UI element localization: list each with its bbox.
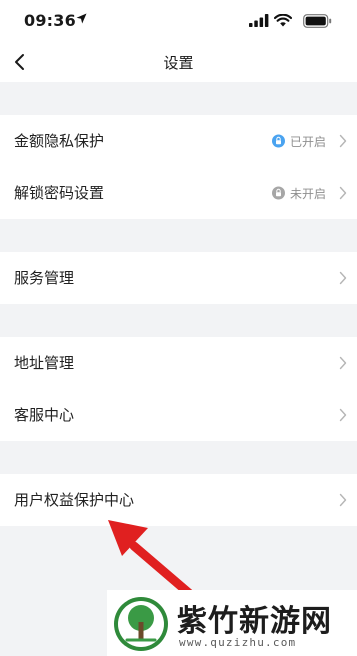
privacy-status: 已开启 [271, 132, 326, 150]
lock-icon [271, 186, 285, 200]
chevron-right-icon [339, 408, 347, 422]
watermark-title: 紫竹新游网 [177, 604, 332, 639]
cellular-signal-icon [249, 14, 269, 27]
row-label: 客服中心 [14, 406, 75, 424]
settings-row-unlock-password[interactable]: 解锁密码设置 未开启 [0, 167, 357, 219]
status-time: 09:36 [24, 11, 76, 30]
settings-row-address-management[interactable]: 地址管理 [0, 337, 357, 389]
status-text: 未开启 [289, 186, 326, 201]
password-status: 未开启 [271, 184, 326, 202]
wifi-icon [274, 14, 292, 27]
settings-row-amount-privacy[interactable]: 金额隐私保护 已开启 [0, 115, 357, 167]
row-label: 地址管理 [14, 354, 75, 372]
row-label: 解锁密码设置 [14, 184, 105, 202]
watermark-url: www.quzizhu.com [179, 636, 297, 649]
row-label: 用户权益保护中心 [14, 491, 135, 509]
chevron-right-icon [339, 493, 347, 507]
annotation-arrow-icon [108, 520, 195, 598]
status-text: 已开启 [289, 134, 326, 149]
page-title: 设置 [163, 54, 194, 72]
row-label: 金额隐私保护 [14, 132, 105, 150]
row-label: 服务管理 [14, 269, 75, 287]
location-arrow-icon [76, 13, 87, 24]
chevron-right-icon [339, 186, 347, 200]
status-bar: 09:36 [0, 0, 357, 42]
lock-icon [271, 134, 285, 148]
tree-logo-icon [114, 597, 168, 651]
navigation-bar: 设置 [0, 42, 357, 82]
chevron-right-icon [339, 134, 347, 148]
chevron-right-icon [339, 356, 347, 370]
battery-icon [303, 14, 332, 28]
settings-row-customer-service[interactable]: 客服中心 [0, 389, 357, 441]
chevron-right-icon [339, 271, 347, 285]
watermark: 紫竹新游网 www.quzizhu.com [107, 590, 357, 656]
settings-row-service-management[interactable]: 服务管理 [0, 252, 357, 304]
